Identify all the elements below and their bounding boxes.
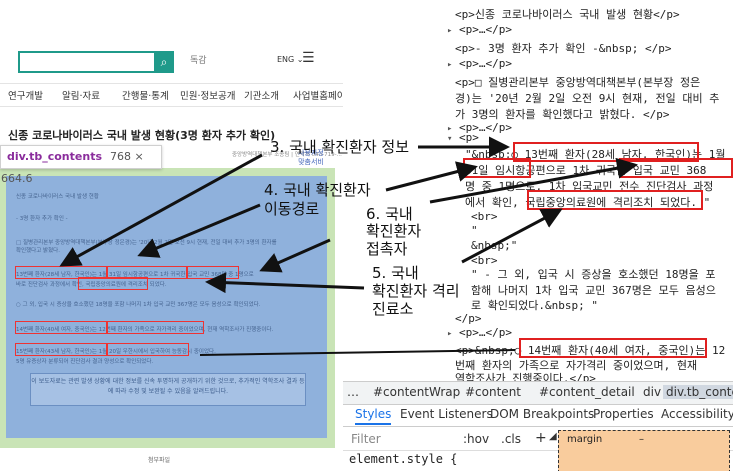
- dom-line[interactable]: <p>□ 질병관리본부 중앙방역대책본부(본부장 정은: [455, 74, 700, 90]
- new-rule-icon[interactable]: ◢: [549, 431, 557, 442]
- expand-icon[interactable]: ▸: [447, 329, 452, 339]
- attachment-label[interactable]: 첨부파일: [148, 455, 170, 464]
- highlight-box: [107, 343, 189, 356]
- dom-line: &nbsp;": [471, 239, 518, 252]
- nav-item-research[interactable]: 연구개발: [8, 88, 43, 102]
- annotation-6-line1: 6. 국내: [366, 205, 413, 223]
- breadcrumb-item[interactable]: #contentWrap: [373, 385, 460, 399]
- annotation-5-line3: 진료소: [372, 300, 414, 318]
- search-icon[interactable]: ⌕: [154, 51, 174, 73]
- dom-line: 경)는 '20년 2월 2일 오전 9시 현재, 전일 대비 추: [455, 92, 720, 105]
- annotation-6-line2: 확진환자: [366, 222, 422, 240]
- dom-line-text: <p>…</p>: [459, 326, 513, 339]
- class-toggle[interactable]: .cls: [501, 432, 521, 446]
- dom-line[interactable]: <p>신종 코로나바이러스 국내 발생 현황</p>: [455, 6, 680, 22]
- highlight-box: [519, 338, 707, 358]
- annotation-3: 3. 국내 확진환자 정보: [270, 138, 410, 156]
- breadcrumb-item-selected[interactable]: div.tb_contents: [663, 385, 733, 399]
- breadcrumb-item[interactable]: div: [643, 385, 661, 399]
- dom-line: 로 확인되었다.&nbsp; ": [471, 299, 598, 312]
- dom-line-text: <p>: [459, 131, 479, 144]
- dom-line[interactable]: ▸ <p>…</p>: [447, 326, 512, 339]
- highlight-box: [15, 321, 107, 334]
- tab-dom-breakpoints[interactable]: DOM Breakpoints: [490, 407, 594, 421]
- highlight-box: [527, 190, 703, 210]
- style-rule: element.style {: [349, 452, 458, 466]
- body-line: 5명 유증상자 분류되어 진단검사 결과 양성으로 확인되었다.: [16, 359, 154, 365]
- collapse-icon[interactable]: ▾: [447, 134, 452, 144]
- tooltip-element-name: div.tb_contents: [7, 150, 102, 163]
- main-nav: 연구개발 알림·자료 간행물·통계 민원·정보공개 기관소개 사업별홈페이지: [0, 83, 343, 107]
- filter-input[interactable]: Filter: [351, 432, 381, 446]
- tab-styles[interactable]: Styles: [355, 407, 392, 425]
- highlight-box: [463, 158, 531, 178]
- lang-toggle-label: ENG: [277, 55, 295, 64]
- body-line: 신종 코로나바이러스 국내 발생 현황: [16, 194, 99, 200]
- annotation-6-line3: 접촉자: [366, 240, 408, 258]
- dom-line[interactable]: ▸ <p>…</p>: [447, 23, 512, 36]
- menu-icon[interactable]: ☰: [302, 50, 315, 66]
- dom-tree: <p>신종 코로나바이러스 국내 발생 현황</p> ▸ <p>…</p> <p…: [343, 0, 733, 385]
- nav-item-notice[interactable]: 알림·자료: [62, 88, 100, 102]
- browser-page: ⌕ 독감 ENG ⌄ ☰ 연구개발 알림·자료 간행물·통계 민원·정보공개 기…: [0, 0, 344, 471]
- notice-box: 이 보도자료는 관련 발생 상황에 대한 정보를 신속 투명하게 공개하기 위한…: [30, 373, 306, 406]
- annotation-5-line1: 5. 국내: [372, 264, 419, 282]
- dom-line[interactable]: <p>- 3명 환자 추가 확인 -&nbsp; </p>: [455, 40, 672, 56]
- breadcrumb: … #contentWrap #content #content_detail …: [343, 381, 733, 405]
- dom-line: 함해 나머지 1차 입국 교민 367명은 모두 음성으: [471, 284, 716, 297]
- body-line: 확인했다고 밝혔다.: [16, 248, 60, 254]
- dom-line[interactable]: ▸ <p>…</p>: [447, 57, 512, 70]
- dom-line: " - 그 외, 입국 시 증상을 호소했던 18명을 포: [471, 268, 716, 281]
- highlight-box: [15, 343, 107, 356]
- dom-line-text: <p>…</p>: [459, 23, 513, 36]
- nav-item-civil[interactable]: 민원·정보공개: [180, 88, 235, 102]
- dom-line[interactable]: ▾ <p>: [447, 131, 479, 144]
- body-line: - 3명 환자 추가 확인 -: [16, 216, 68, 222]
- highlight-box: [187, 266, 239, 279]
- box-model: margin –: [558, 430, 730, 471]
- lang-toggle[interactable]: ENG ⌄: [277, 55, 304, 64]
- box-model-label: margin: [567, 434, 603, 445]
- body-line: □ 질병관리본부 중앙방역대책본부(본부장 정은경)는 '20년 2월 2일 오…: [16, 240, 277, 246]
- body-line: ○ 그 외, 입국 시 증상을 호소했던 18명을 포함 나머지 1차 입국 교…: [16, 302, 261, 308]
- box-model-value: –: [639, 434, 644, 445]
- dom-line-text: <p>…</p>: [459, 57, 513, 70]
- dom-line[interactable]: </p>: [455, 312, 482, 325]
- devtools-tabs: Styles Event Listeners DOM Breakpoints P…: [343, 404, 733, 427]
- hover-state-toggle[interactable]: :hov: [463, 432, 489, 446]
- inspect-tooltip: div.tb_contents 768 × 664.6: [0, 145, 162, 185]
- breadcrumb-item[interactable]: #content: [465, 385, 521, 399]
- browser-top-strip: [0, 0, 343, 40]
- annotation-5-line2: 확진환자 격리: [372, 282, 460, 300]
- expand-icon[interactable]: ▸: [447, 26, 452, 36]
- nav-item-publications[interactable]: 간행물·통계: [122, 88, 169, 102]
- breadcrumb-item[interactable]: #content_detail: [539, 385, 635, 399]
- page-title: 신종 코로나바이러스 국내 발생 현황(3명 환자 추가 확인): [8, 129, 276, 142]
- nav-item-about[interactable]: 기관소개: [244, 88, 279, 102]
- dom-line: ": [471, 224, 478, 237]
- dom-line[interactable]: <br>: [471, 210, 498, 223]
- nav-item-sites[interactable]: 사업별홈페이지: [293, 88, 343, 102]
- search-input[interactable]: [18, 51, 156, 73]
- site-logo[interactable]: 독감: [190, 53, 207, 66]
- annotation-4-line2: 이동경로: [264, 200, 320, 218]
- tab-accessibility[interactable]: Accessibility: [661, 407, 733, 421]
- highlight-box: [619, 158, 733, 178]
- dom-line: 가 3명의 환자를 확인했다고 밝혔다. </p>: [455, 108, 670, 121]
- highlight-box: [78, 277, 148, 290]
- expand-icon[interactable]: ▸: [447, 60, 452, 70]
- highlight-box: [107, 321, 204, 334]
- breadcrumb-item[interactable]: …: [347, 385, 359, 399]
- tab-event-listeners[interactable]: Event Listeners: [400, 407, 493, 421]
- tab-properties[interactable]: Properties: [593, 407, 654, 421]
- add-rule-icon[interactable]: +: [535, 430, 547, 446]
- annotation-4-line1: 4. 국내 확진환자: [264, 181, 371, 199]
